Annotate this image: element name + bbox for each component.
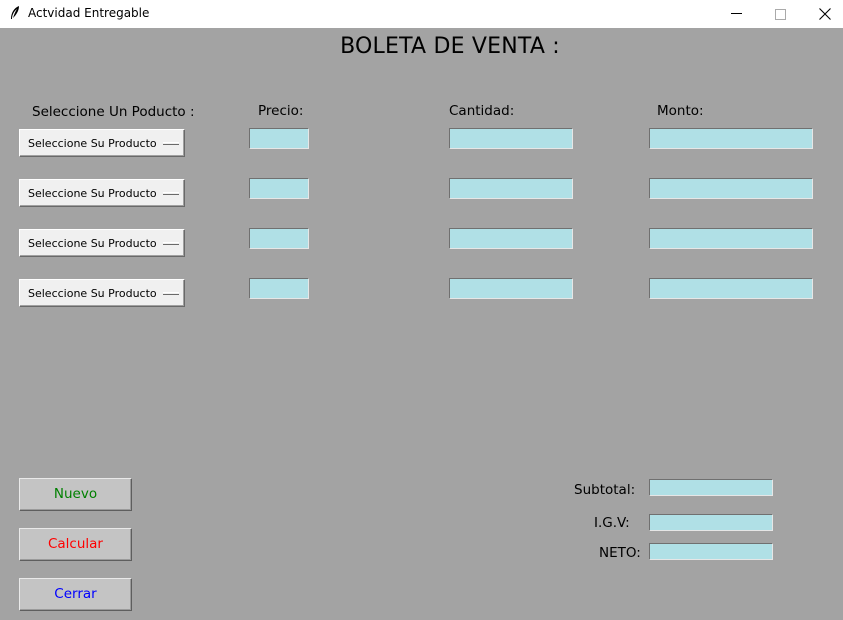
product-selector-label: Seleccione Su Producto [28,137,157,150]
product-selector-label: Seleccione Su Producto [28,287,157,300]
neto-field[interactable] [649,543,773,560]
dropdown-indicator-icon [163,142,179,145]
window-title: Actvidad Entregable [28,6,150,20]
product-selector-4[interactable]: Seleccione Su Producto [19,279,185,307]
amount-field-2[interactable] [649,178,813,199]
new-button[interactable]: Nuevo [19,478,132,511]
product-selector-label: Seleccione Su Producto [28,187,157,200]
minimize-icon [730,13,742,14]
igv-field[interactable] [649,514,773,531]
subtotal-field[interactable] [649,479,773,496]
amount-column-label: Monto: [657,103,704,119]
neto-label: NETO: [599,545,641,561]
product-selector-1[interactable]: Seleccione Su Producto [19,129,185,157]
minimize-button[interactable] [713,0,759,28]
dropdown-indicator-icon [163,242,179,245]
maximize-icon [774,8,786,20]
price-field-1[interactable] [249,128,309,149]
close-window-button[interactable] [802,0,843,28]
amount-field-3[interactable] [649,228,813,249]
product-selector-2[interactable]: Seleccione Su Producto [19,179,185,207]
product-selector-label: Seleccione Su Producto [28,237,157,250]
quantity-field-4[interactable] [449,278,573,299]
price-column-label: Precio: [258,103,304,119]
igv-label: I.G.V: [594,515,630,531]
dropdown-indicator-icon [163,192,179,195]
subtotal-label: Subtotal: [574,482,636,498]
quantity-field-2[interactable] [449,178,573,199]
quantity-column-label: Cantidad: [449,103,515,119]
product-selector-3[interactable]: Seleccione Su Producto [19,229,185,257]
calculate-button[interactable]: Calcular [19,528,132,561]
price-field-4[interactable] [249,278,309,299]
close-icon [819,8,831,20]
feather-icon [11,6,19,19]
amount-field-1[interactable] [649,128,813,149]
price-field-3[interactable] [249,228,309,249]
product-column-label: Seleccione Un Poducto : [32,104,195,120]
title-bar: Actvidad Entregable [0,0,843,28]
maximize-button[interactable] [757,0,803,28]
quantity-field-1[interactable] [449,128,573,149]
price-field-2[interactable] [249,178,309,199]
page-title: BOLETA DE VENTA : [340,34,560,59]
dropdown-indicator-icon [163,292,179,295]
amount-field-4[interactable] [649,278,813,299]
close-button[interactable]: Cerrar [19,578,132,611]
quantity-field-3[interactable] [449,228,573,249]
